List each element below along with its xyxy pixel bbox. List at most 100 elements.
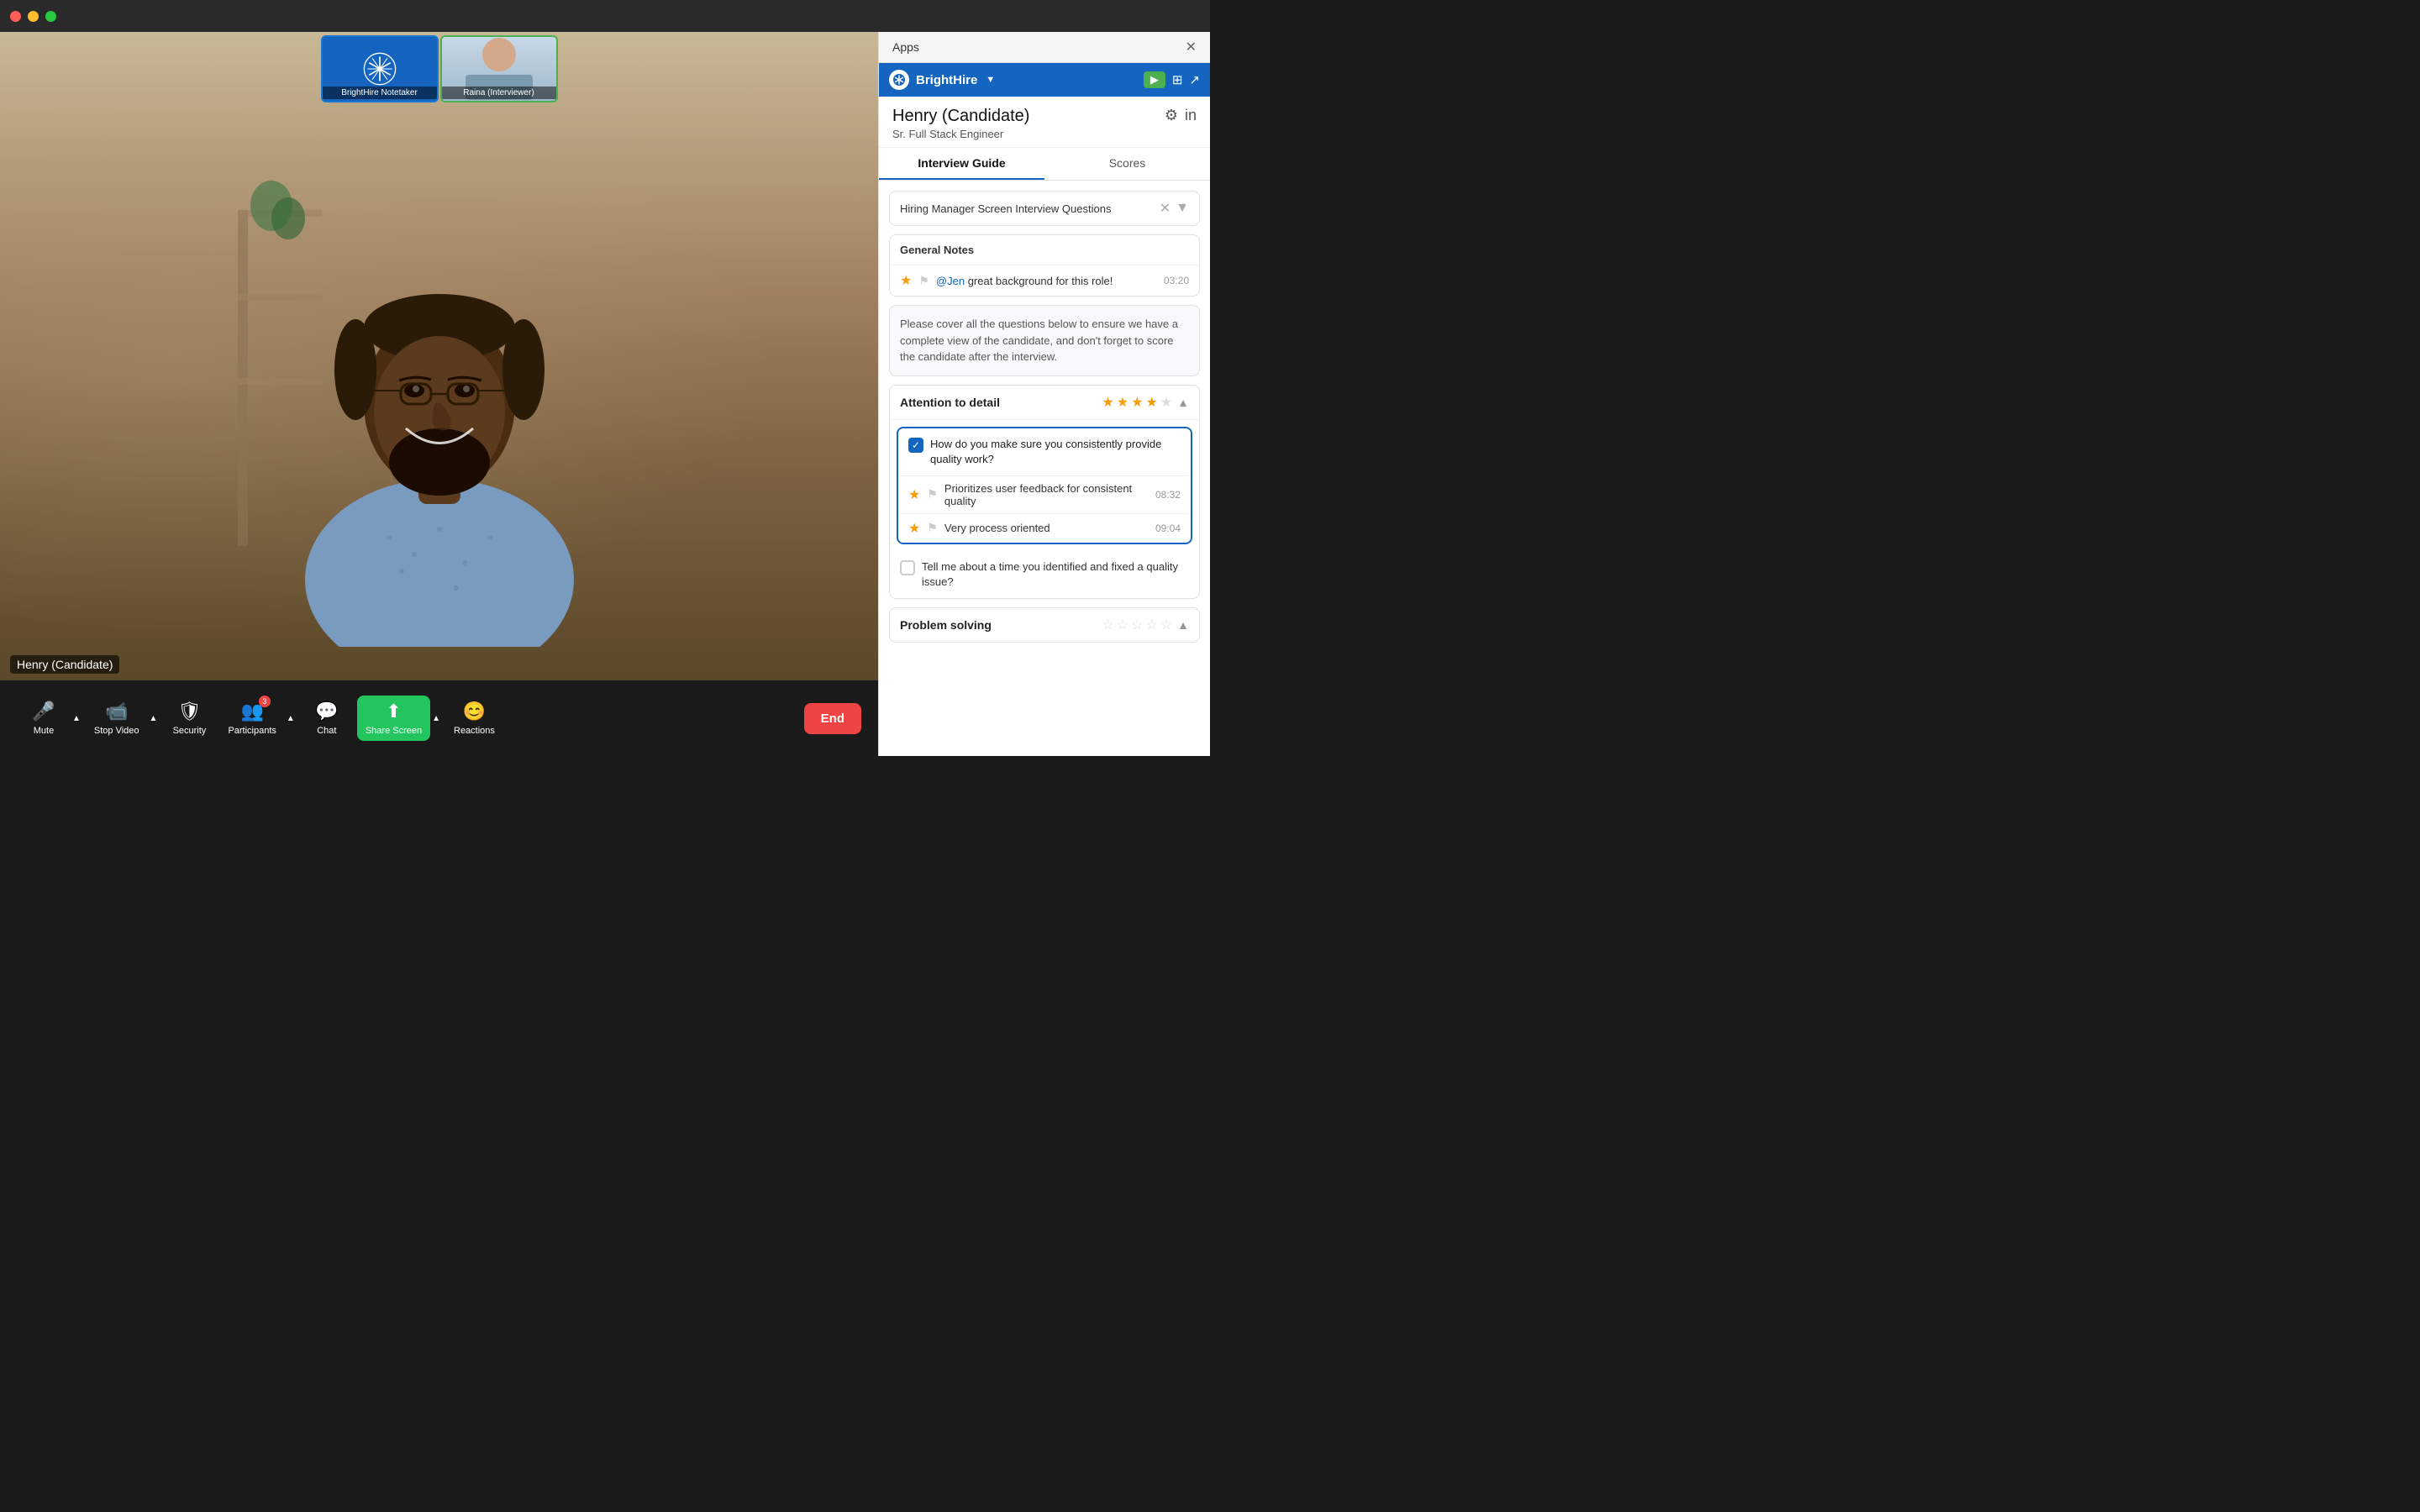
candidate-suffix: (Candidate) xyxy=(942,107,1030,125)
answer-row-1: ★ ⚑ Prioritizes user feedback for consis… xyxy=(898,476,1191,514)
security-button[interactable]: 🛡 Security xyxy=(162,696,216,741)
thumbnail-raina[interactable]: Raina (Interviewer) xyxy=(440,35,558,102)
candidate-info: Henry (Candidate) Sr. Full Stack Enginee… xyxy=(879,97,1210,148)
ps-star-1-icon[interactable]: ☆ xyxy=(1102,617,1113,633)
note-content: great background for this role! xyxy=(965,275,1113,287)
ps-star-3-icon[interactable]: ☆ xyxy=(1131,617,1143,633)
video-control: 📹 Stop Video ▲ xyxy=(86,696,160,741)
share-screen-label: Share Screen xyxy=(366,726,422,736)
share-screen-control: ⬆ Share Screen ▲ xyxy=(357,696,442,741)
mute-arrow-icon[interactable]: ▲ xyxy=(71,714,82,723)
answer-2-star-icon[interactable]: ★ xyxy=(908,520,920,537)
ps-star-5-icon[interactable]: ☆ xyxy=(1160,617,1172,633)
brighthire-header: BrightHire ▼ ▶ ⊞ ↗ xyxy=(879,63,1210,97)
note-timestamp: 03:20 xyxy=(1164,275,1189,286)
ps-star-2-icon[interactable]: ☆ xyxy=(1117,617,1128,633)
reactions-icon: 😊 xyxy=(463,701,486,722)
star-4-icon[interactable]: ★ xyxy=(1145,394,1157,411)
star-2-icon[interactable]: ★ xyxy=(1117,394,1128,411)
star-5-icon[interactable]: ★ xyxy=(1160,394,1172,411)
note-star-icon[interactable]: ★ xyxy=(900,272,912,289)
candidate-first-name: Henry xyxy=(892,107,937,125)
sidebar-scrollable-content[interactable]: Hiring Manager Screen Interview Question… xyxy=(879,181,1210,756)
brighthire-filter-button[interactable]: ⊞ xyxy=(1172,72,1183,87)
mute-control: 🎤 Mute ▲ xyxy=(17,696,82,741)
candidate-video-feed xyxy=(221,126,658,647)
interview-guide-dropdown-label: Hiring Manager Screen Interview Question… xyxy=(900,202,1160,215)
ps-star-4-icon[interactable]: ☆ xyxy=(1145,617,1157,633)
brighthire-export-button[interactable]: ↗ xyxy=(1189,72,1200,87)
general-note-row: ★ ⚑ @Jen great background for this role!… xyxy=(890,265,1199,296)
answer-2-text: Very process oriented xyxy=(944,522,1149,534)
problem-solving-collapse-icon[interactable]: ▲ xyxy=(1177,618,1189,632)
security-label: Security xyxy=(173,726,207,736)
interview-guide-dropdown[interactable]: Hiring Manager Screen Interview Question… xyxy=(889,191,1200,226)
next-question-checkbox[interactable] xyxy=(900,560,915,575)
apps-close-button[interactable]: ✕ xyxy=(1186,39,1197,55)
end-meeting-button[interactable]: End xyxy=(804,703,861,734)
note-flag-icon[interactable]: ⚑ xyxy=(918,274,929,288)
minimize-window-button[interactable] xyxy=(28,11,39,22)
apps-header: Apps ✕ xyxy=(879,32,1210,63)
general-notes-header: General Notes xyxy=(890,235,1199,265)
chat-icon: 💬 xyxy=(315,701,338,722)
star-1-icon[interactable]: ★ xyxy=(1102,394,1113,411)
participants-arrow-icon[interactable]: ▲ xyxy=(285,714,297,723)
brighthire-logo-icon xyxy=(363,52,397,86)
clear-dropdown-icon[interactable]: ✕ xyxy=(1160,200,1171,217)
chat-button[interactable]: 💬 Chat xyxy=(300,696,354,741)
answer-1-flag-icon[interactable]: ⚑ xyxy=(927,487,938,501)
competency-stars-attention[interactable]: ★ ★ ★ ★ ★ xyxy=(1102,394,1172,411)
competency-attention-to-detail: Attention to detail ★ ★ ★ ★ ★ ▲ xyxy=(889,385,1200,600)
linkedin-icon[interactable]: in xyxy=(1185,107,1197,124)
close-window-button[interactable] xyxy=(10,11,21,22)
candidate-profile-icon[interactable]: ⚙ xyxy=(1165,107,1178,124)
microphone-icon: 🎤 xyxy=(32,701,55,722)
answer-row-2: ★ ⚑ Very process oriented 09:04 xyxy=(898,514,1191,543)
camera-icon: 📹 xyxy=(105,701,128,722)
security-icon: 🛡 xyxy=(177,701,201,722)
answer-2-flag-icon[interactable]: ⚑ xyxy=(927,521,938,535)
apps-title: Apps xyxy=(892,40,919,54)
note-mention: @Jen xyxy=(936,275,965,287)
participants-button[interactable]: 👥 3 Participants xyxy=(219,696,284,741)
mute-button[interactable]: 🎤 Mute xyxy=(17,696,71,741)
answer-1-time: 08:32 xyxy=(1155,489,1181,501)
stop-video-label: Stop Video xyxy=(94,726,139,736)
reactions-button[interactable]: 😊 Reactions xyxy=(445,696,503,741)
tab-interview-guide[interactable]: Interview Guide xyxy=(879,148,1044,180)
thumbnail-brighthire[interactable]: BrightHire Notetaker xyxy=(321,35,439,102)
reactions-label: Reactions xyxy=(454,726,495,736)
star-3-icon[interactable]: ★ xyxy=(1131,394,1143,411)
question-header: ✓ How do you make sure you consistently … xyxy=(898,428,1191,476)
video-arrow-icon[interactable]: ▲ xyxy=(148,714,160,723)
brighthire-record-button[interactable]: ▶ xyxy=(1144,71,1165,88)
question-text: How do you make sure you consistently pr… xyxy=(930,437,1181,467)
brighthire-actions: ▶ ⊞ ↗ xyxy=(1144,71,1200,88)
thumbnail-brighthire-label: BrightHire Notetaker xyxy=(323,87,437,99)
maximize-window-button[interactable] xyxy=(45,11,56,22)
question-checkbox-checked[interactable]: ✓ xyxy=(908,438,923,453)
video-area: BrightHire Notetaker Raina (Interviewer)… xyxy=(0,32,878,756)
guide-tabs: Interview Guide Scores xyxy=(879,148,1210,181)
candidate-name: Henry (Candidate) xyxy=(892,107,1029,126)
sidebar: Apps ✕ xyxy=(878,32,1210,756)
share-screen-button[interactable]: ⬆ Share Screen xyxy=(357,696,430,741)
dropdown-icons: ✕ ▼ xyxy=(1160,200,1189,217)
general-notes-card: General Notes ★ ⚑ @Jen great background … xyxy=(889,234,1200,297)
stop-video-button[interactable]: 📹 Stop Video xyxy=(86,696,148,741)
competency-name-attention: Attention to detail xyxy=(900,396,1000,409)
competency-problem-solving: Problem solving ☆ ☆ ☆ ☆ ☆ ▲ xyxy=(889,607,1200,643)
tab-scores[interactable]: Scores xyxy=(1044,148,1210,180)
problem-solving-stars[interactable]: ☆ ☆ ☆ ☆ ☆ xyxy=(1102,617,1172,633)
answer-1-star-icon[interactable]: ★ xyxy=(908,486,920,503)
brighthire-dropdown-icon[interactable]: ▼ xyxy=(986,75,995,85)
candidate-external-links: ⚙ in xyxy=(1165,107,1197,124)
brighthire-brand: BrightHire ▼ xyxy=(889,70,995,90)
competency-collapse-icon[interactable]: ▲ xyxy=(1177,396,1189,409)
chat-label: Chat xyxy=(317,726,336,736)
expand-dropdown-icon[interactable]: ▼ xyxy=(1176,201,1189,216)
participants-icon: 👥 3 xyxy=(240,701,263,722)
share-screen-arrow-icon[interactable]: ▲ xyxy=(430,714,442,723)
next-question-row: Tell me about a time you identified and … xyxy=(890,551,1199,598)
